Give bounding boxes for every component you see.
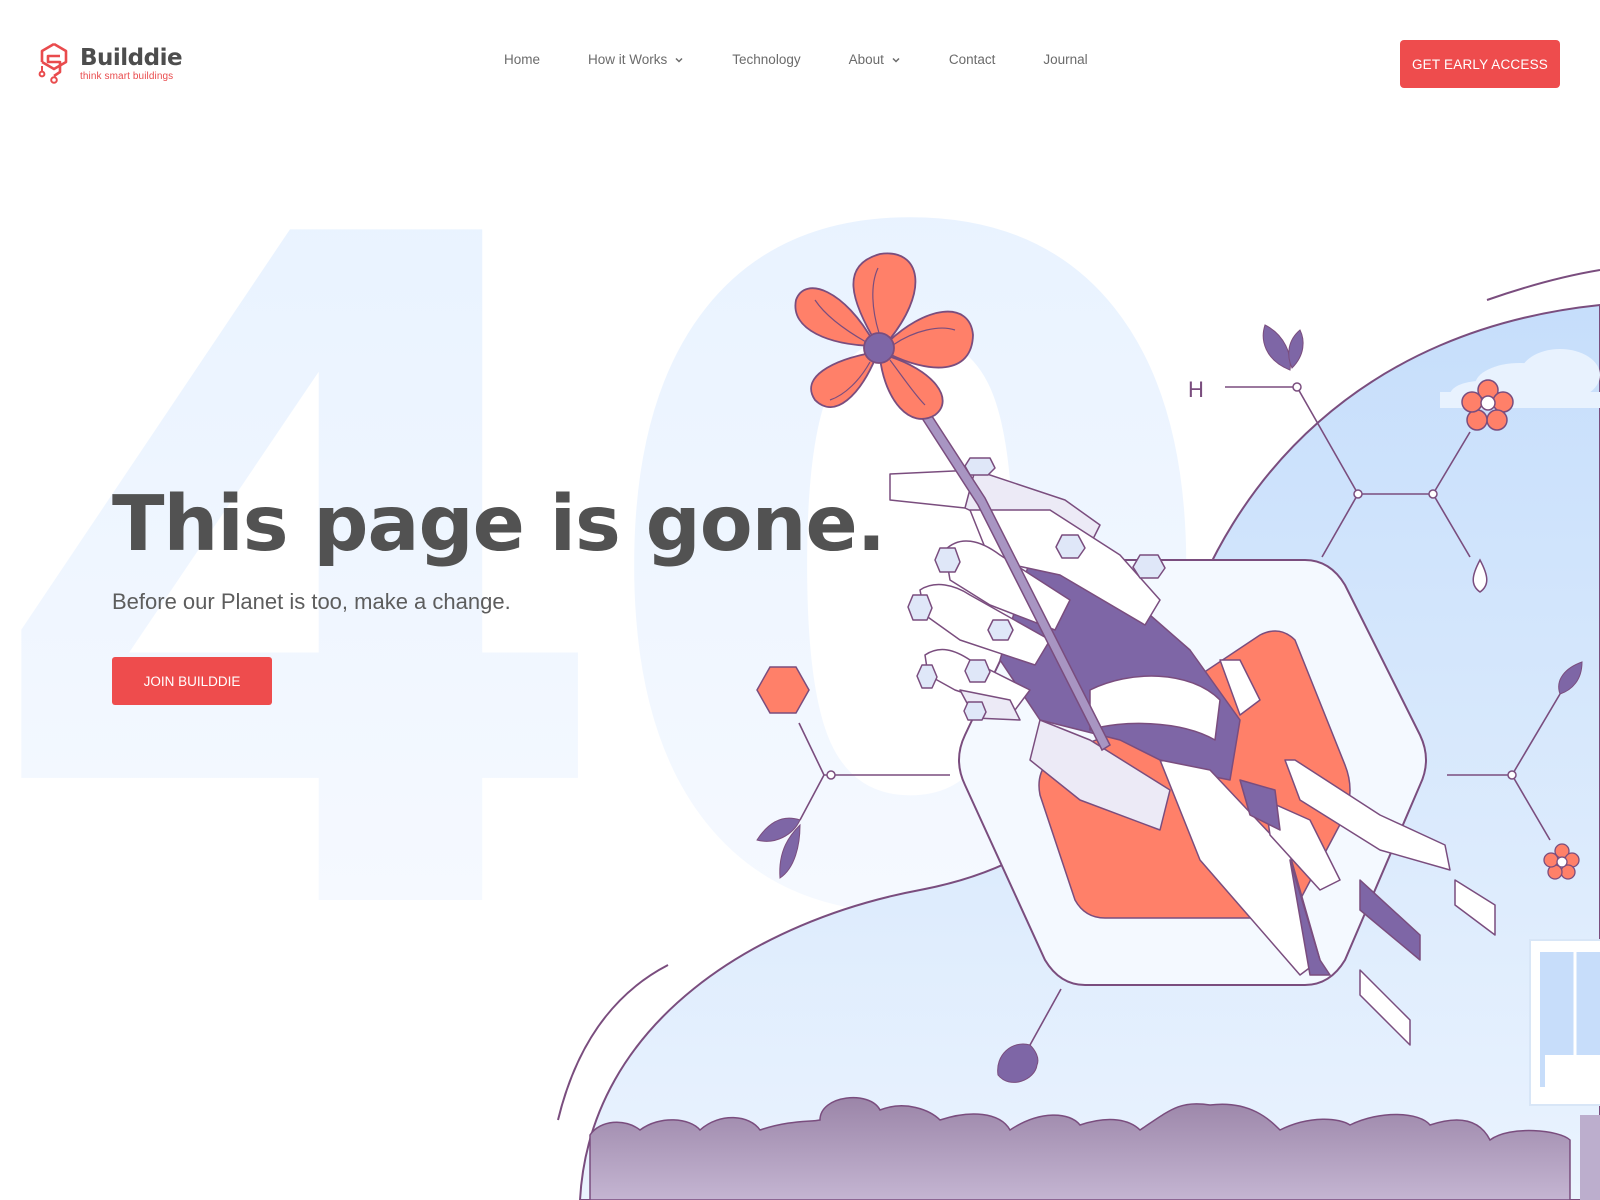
nav-about-label: About xyxy=(848,52,884,67)
nav-journal[interactable]: Journal xyxy=(1043,52,1087,67)
site-header: Builddie think smart buildings Home How … xyxy=(0,0,1600,130)
hero-section: This page is gone. Before our Planet is … xyxy=(112,480,886,705)
brand-logo[interactable]: Builddie think smart buildings xyxy=(38,42,183,86)
page-subtitle: Before our Planet is too, make a change. xyxy=(112,589,511,614)
nav-how-it-works[interactable]: How it Works xyxy=(588,52,684,67)
orbit-line xyxy=(1486,269,1600,301)
nav-contact[interactable]: Contact xyxy=(949,52,996,67)
brand-name: Builddie xyxy=(80,44,183,71)
molecule-label-h: H xyxy=(1188,377,1204,402)
chevron-down-icon xyxy=(675,57,683,63)
nav-technology-label: Technology xyxy=(732,52,801,67)
nav-home[interactable]: Home xyxy=(504,52,540,67)
get-early-access-button[interactable]: GET EARLY ACCESS xyxy=(1400,40,1560,88)
nav-home-label: Home xyxy=(504,52,541,67)
nav-journal-label: Journal xyxy=(1043,52,1088,67)
main-nav: Home How it Works Technology About Conta… xyxy=(504,52,1136,67)
logo-mark-icon xyxy=(38,42,68,84)
nav-about[interactable]: About xyxy=(849,52,901,67)
nav-technology[interactable]: Technology xyxy=(732,52,800,67)
chevron-down-icon xyxy=(892,57,900,63)
page-title: This page is gone. xyxy=(112,480,886,569)
hero-illustration: H xyxy=(557,252,1600,1200)
nav-how-it-works-label: How it Works xyxy=(588,52,668,67)
join-builddie-button[interactable]: JOIN BUILDDIE xyxy=(112,657,272,705)
flower-icon xyxy=(794,252,974,420)
nav-contact-label: Contact xyxy=(948,52,996,67)
brand-tagline: think smart buildings xyxy=(80,70,174,82)
